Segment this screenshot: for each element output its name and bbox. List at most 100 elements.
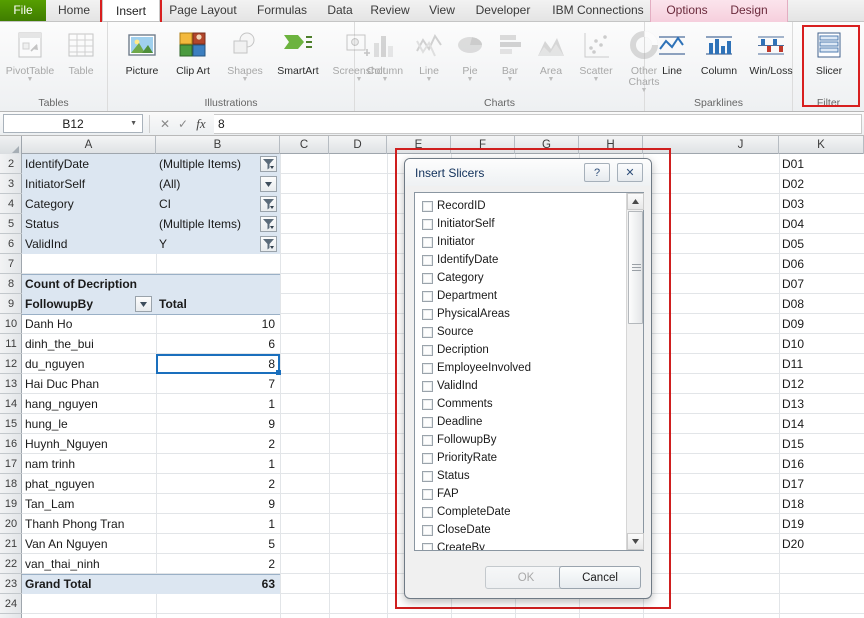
ribbon-tab-formulas[interactable]: Formulas xyxy=(246,0,318,21)
ok-button[interactable]: OK xyxy=(485,566,567,589)
filter-field-category[interactable]: Category xyxy=(22,194,156,214)
checkbox-icon[interactable] xyxy=(422,470,433,482)
column-header-C[interactable]: C xyxy=(280,136,329,154)
row-header-3[interactable]: 3 xyxy=(0,174,22,194)
ribbon-tab-insert[interactable]: Insert xyxy=(102,0,160,21)
cell-k-15[interactable]: D14 xyxy=(779,414,864,434)
accept-entry-icon[interactable]: ✓ xyxy=(174,117,192,131)
scroll-up-icon[interactable] xyxy=(627,193,644,210)
checkbox-icon[interactable] xyxy=(422,344,433,356)
checkbox-icon[interactable] xyxy=(422,416,433,428)
grand-total-label[interactable]: Grand Total xyxy=(22,574,156,594)
cell-k-10[interactable]: D09 xyxy=(779,314,864,334)
slicer-field-deadline[interactable]: Deadline xyxy=(422,413,482,431)
pivot-value-label[interactable]: Total xyxy=(156,294,266,314)
slicer-field-priorityrate[interactable]: PriorityRate xyxy=(422,449,497,467)
row-header-4[interactable]: 4 xyxy=(0,194,22,214)
pivot-row-total[interactable]: 5 xyxy=(156,534,278,554)
cell-k-20[interactable]: D19 xyxy=(779,514,864,534)
checkbox-icon[interactable] xyxy=(422,308,433,320)
cell-k-4[interactable]: D03 xyxy=(779,194,864,214)
checkbox-icon[interactable] xyxy=(422,488,433,500)
pivot-row-total[interactable]: 10 xyxy=(156,314,278,334)
checkbox-icon[interactable] xyxy=(422,200,433,212)
close-icon[interactable]: ✕ xyxy=(617,163,643,182)
cancel-entry-icon[interactable]: ✕ xyxy=(156,117,174,131)
cell-k-2[interactable]: D01 xyxy=(779,154,864,174)
slicer-field-closedate[interactable]: CloseDate xyxy=(422,521,491,539)
checkbox-icon[interactable] xyxy=(422,434,433,446)
column-header-B[interactable]: B xyxy=(156,136,280,154)
row-header-10[interactable]: 10 xyxy=(0,314,22,334)
cell-k-13[interactable]: D12 xyxy=(779,374,864,394)
pivot-row-total[interactable]: 1 xyxy=(156,394,278,414)
help-icon[interactable]: ? xyxy=(584,163,610,182)
slicer-field-fap[interactable]: FAP xyxy=(422,485,459,503)
cell-k-19[interactable]: D18 xyxy=(779,494,864,514)
cell-k-14[interactable]: D13 xyxy=(779,394,864,414)
row-header-7[interactable]: 7 xyxy=(0,254,22,274)
cell-k-9[interactable]: D08 xyxy=(779,294,864,314)
pivot-row-name[interactable]: dinh_the_bui xyxy=(22,334,156,354)
filter-applied-icon[interactable] xyxy=(260,196,277,212)
row-header-15[interactable]: 15 xyxy=(0,414,22,434)
cell-k-21[interactable]: D20 xyxy=(779,534,864,554)
slicer-field-identifydate[interactable]: IdentifyDate xyxy=(422,251,498,269)
filter-applied-icon[interactable] xyxy=(260,236,277,252)
ribbon-tab-options[interactable]: Options xyxy=(656,0,718,21)
grand-total-value[interactable]: 63 xyxy=(156,574,278,594)
pivot-row-name[interactable]: du_nguyen xyxy=(22,354,156,374)
ribbon-tab-home[interactable]: Home xyxy=(46,0,102,21)
filter-value-identifydate[interactable]: (Multiple Items) xyxy=(156,154,266,174)
ribbon-tab-file[interactable]: File xyxy=(0,0,46,21)
select-all-corner[interactable] xyxy=(0,136,22,154)
slicer-field-category[interactable]: Category xyxy=(422,269,484,287)
slicer-field-department[interactable]: Department xyxy=(422,287,497,305)
filter-value-validind[interactable]: Y xyxy=(156,234,266,254)
slicer-field-employeeinvolved[interactable]: EmployeeInvolved xyxy=(422,359,531,377)
row-header-5[interactable]: 5 xyxy=(0,214,22,234)
row-header-22[interactable]: 22 xyxy=(0,554,22,574)
cell-k-7[interactable]: D06 xyxy=(779,254,864,274)
pivot-row-name[interactable]: nam trinh xyxy=(22,454,156,474)
slicer-field-initiatorself[interactable]: InitiatorSelf xyxy=(422,215,495,233)
pivot-row-filter-icon[interactable] xyxy=(135,296,152,312)
column-header-J[interactable]: J xyxy=(703,136,779,154)
checkbox-icon[interactable] xyxy=(422,272,433,284)
cell-k-3[interactable]: D02 xyxy=(779,174,864,194)
pivot-row-name[interactable]: Tan_Lam xyxy=(22,494,156,514)
pivot-row-name[interactable]: Van An Nguyen xyxy=(22,534,156,554)
row-header-6[interactable]: 6 xyxy=(0,234,22,254)
checkbox-icon[interactable] xyxy=(422,326,433,338)
row-header-20[interactable]: 20 xyxy=(0,514,22,534)
pivot-row-name[interactable]: hung_le xyxy=(22,414,156,434)
column-header-K[interactable]: K xyxy=(779,136,864,154)
ribbon-tab-design[interactable]: Design xyxy=(718,0,780,21)
slicer-field-comments[interactable]: Comments xyxy=(422,395,493,413)
slicer-field-validind[interactable]: ValidInd xyxy=(422,377,478,395)
checkbox-icon[interactable] xyxy=(422,362,433,374)
pivot-row-total[interactable]: 1 xyxy=(156,514,278,534)
slicer-field-physicalareas[interactable]: PhysicalAreas xyxy=(422,305,510,323)
ribbon-tab-view[interactable]: View xyxy=(418,0,466,21)
filter-applied-icon[interactable] xyxy=(260,156,277,172)
cell-k-12[interactable]: D11 xyxy=(779,354,864,374)
scrollbar-thumb[interactable] xyxy=(628,211,643,324)
filter-field-initiatorself[interactable]: InitiatorSelf xyxy=(22,174,156,194)
slicer-field-createby[interactable]: CreateBy xyxy=(422,539,485,550)
cell-k-16[interactable]: D15 xyxy=(779,434,864,454)
pivot-row-name[interactable]: phat_nguyen xyxy=(22,474,156,494)
scroll-down-icon[interactable] xyxy=(627,533,644,550)
column-header-D[interactable]: D xyxy=(329,136,387,154)
pivot-row-name[interactable]: van_thai_ninh xyxy=(22,554,156,574)
row-header-23[interactable]: 23 xyxy=(0,574,22,594)
pivot-row-name[interactable]: hang_nguyen xyxy=(22,394,156,414)
cell-k-17[interactable]: D16 xyxy=(779,454,864,474)
pivot-row-total[interactable]: 1 xyxy=(156,454,278,474)
filter-field-validind[interactable]: ValidInd xyxy=(22,234,156,254)
pivot-row-name[interactable]: Danh Ho xyxy=(22,314,156,334)
ribbon-button-smartart[interactable]: SmartArt xyxy=(268,25,328,77)
field-list[interactable]: RecordID InitiatorSelf Initiator IdentifyDa… xyxy=(415,193,627,550)
pivot-row-total[interactable]: 2 xyxy=(156,474,278,494)
checkbox-icon[interactable] xyxy=(422,398,433,410)
